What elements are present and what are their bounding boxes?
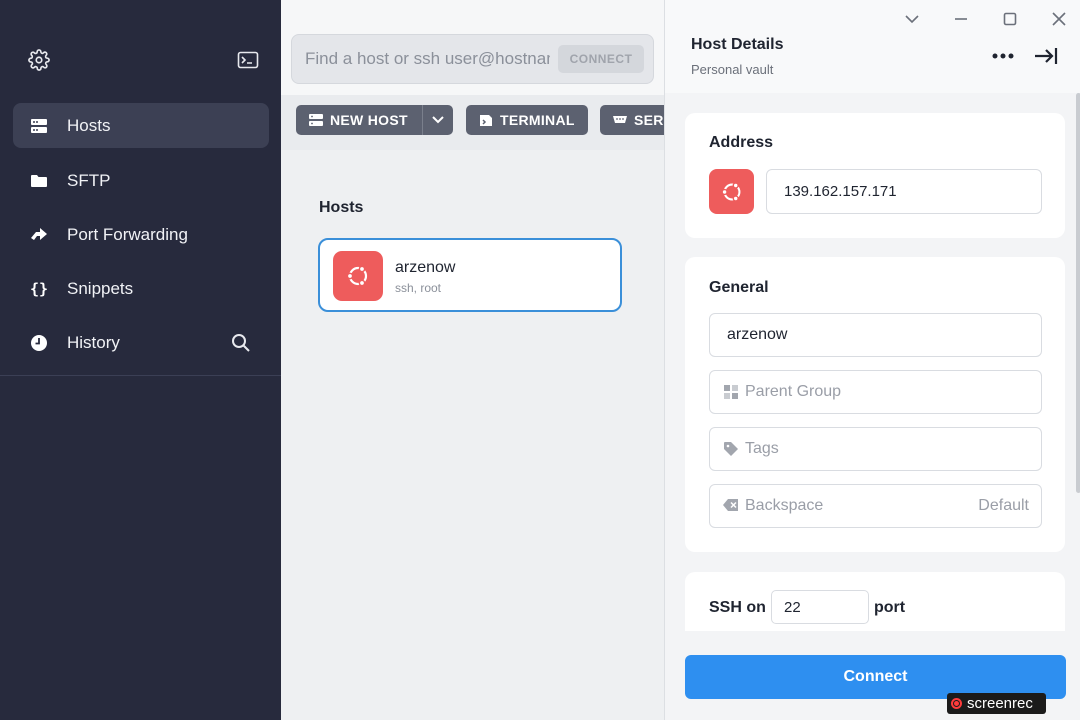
close-icon[interactable] [1050,10,1068,28]
hosts-section-title: Hosts [319,199,364,216]
parent-group-field[interactable]: Parent Group [709,370,1042,414]
chevron-down-icon [432,116,444,124]
ubuntu-icon [333,251,383,301]
terminal-button[interactable]: TERMINAL [466,105,588,135]
serial-port-icon [612,112,628,128]
sidebar: Hosts SFTP Port Forwarding {} Snippets H… [0,0,281,720]
braces-icon: {} [29,279,49,298]
host-card[interactable]: arzenow ssh, root [318,238,622,312]
address-value: 139.162.157.171 [784,183,897,200]
sidebar-nav: Hosts SFTP Port Forwarding {} Snippets H… [0,0,281,376]
address-title: Address [709,134,774,151]
sidebar-item-snippets[interactable]: {} Snippets [13,266,269,311]
sidebar-item-hosts[interactable]: Hosts [13,103,269,148]
terminal-label: TERMINAL [500,112,575,128]
maximize-icon[interactable] [1001,10,1019,28]
close-panel-icon[interactable] [1033,46,1059,66]
sidebar-item-label: History [67,332,120,352]
ssh-suffix: port [874,599,906,616]
panel-header: Host Details Personal vault [665,0,1080,93]
backspace-value: Default [978,497,1029,514]
screenrec-watermark: screenrec [947,693,1046,714]
group-icon [723,384,739,400]
more-options-icon[interactable] [991,48,1015,64]
folder-icon [30,172,48,190]
label-value: arzenow [727,326,788,343]
new-host-dropdown-button[interactable] [422,105,453,135]
general-title: General [709,279,769,296]
sidebar-item-port-forwarding[interactable]: Port Forwarding [13,212,269,257]
toolbar: NEW HOST TERMINAL SERIAL [281,95,664,150]
host-name: arzenow [395,259,456,276]
host-details-panel: Host Details Personal vault Address 139.… [664,0,1080,720]
host-search-input[interactable] [305,46,550,72]
new-host-label: NEW HOST [330,112,408,128]
sidebar-item-label: Hosts [67,115,111,135]
address-card: Address 139.162.157.171 [685,113,1065,238]
panel-scrollbar[interactable] [1076,93,1080,493]
panel-title: Host Details [691,36,784,53]
hosts-main: CONNECT NEW HOST TERMINAL SERIAL Hosts [281,0,664,720]
arrow-forward-icon [30,226,48,244]
terminal-icon [478,112,494,128]
ssh-port-value: 22 [784,598,801,616]
ubuntu-icon[interactable] [709,169,754,214]
search-box: CONNECT [291,34,654,84]
general-card: General arzenow Parent Group Tags Backsp… [685,257,1065,552]
panel-subtitle: Personal vault [691,62,774,77]
watermark-text: screenrec [967,695,1033,712]
serial-label: SERIAL [634,112,664,128]
parent-group-placeholder: Parent Group [745,383,842,400]
quick-connect-button[interactable]: CONNECT [558,45,644,73]
record-icon [951,698,962,709]
minimize-icon[interactable] [952,10,970,28]
sidebar-item-sftp[interactable]: SFTP [13,158,269,203]
tags-field[interactable]: Tags [709,427,1042,471]
sidebar-item-label: Snippets [67,278,134,298]
clock-icon [30,334,48,352]
sidebar-item-label: Port Forwarding [67,224,188,244]
sidebar-item-label: SFTP [67,170,111,190]
backspace-field[interactable]: Backspace Default [709,484,1042,528]
server-icon [30,117,48,135]
search-bar-area: CONNECT [281,0,664,95]
ssh-prefix: SSH on [709,599,766,616]
label-field[interactable]: arzenow [709,313,1042,357]
serial-button[interactable]: SERIAL [600,105,664,135]
backspace-label: Backspace [745,497,824,514]
tags-placeholder: Tags [745,440,779,457]
host-connection-info: ssh, root [395,281,442,295]
tag-icon [723,441,739,457]
new-host-button[interactable]: NEW HOST [296,105,423,135]
address-field[interactable]: 139.162.157.171 [766,169,1042,214]
chevron-down-icon[interactable] [903,10,921,28]
settings-gear-icon[interactable] [28,49,50,71]
search-icon[interactable] [231,333,251,353]
server-icon [308,112,324,128]
backspace-icon [723,498,739,514]
ssh-port-field[interactable]: 22 [771,590,869,624]
terminal-icon[interactable] [237,50,259,70]
